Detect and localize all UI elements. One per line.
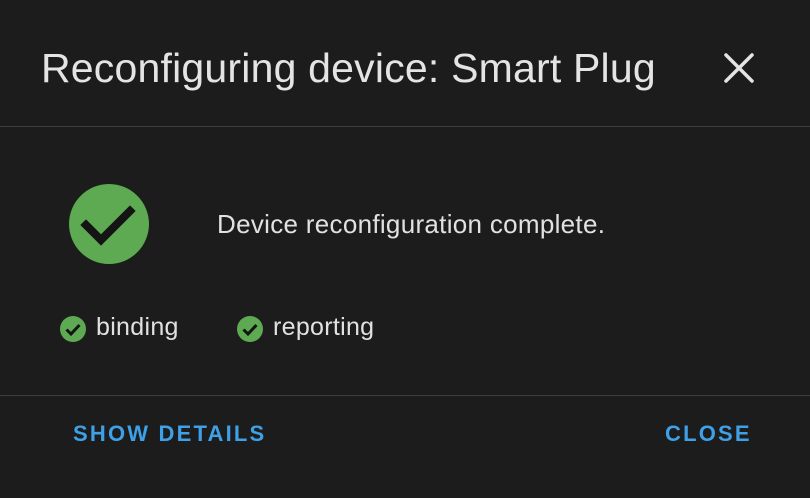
close-button[interactable]: CLOSE bbox=[665, 418, 752, 450]
dialog-header: Reconfiguring device: Smart Plug bbox=[0, 0, 810, 126]
show-details-button[interactable]: SHOW DETAILS bbox=[73, 418, 266, 450]
step-label: reporting bbox=[273, 313, 375, 341]
header-divider bbox=[0, 126, 810, 127]
close-icon[interactable] bbox=[718, 47, 760, 89]
reconfigure-dialog: Reconfiguring device: Smart Plug Device … bbox=[0, 0, 810, 498]
actions-divider bbox=[0, 395, 810, 396]
check-circle-icon bbox=[237, 316, 263, 342]
check-circle-icon bbox=[60, 316, 86, 342]
step-reporting: reporting bbox=[237, 311, 374, 343]
status-message: Device reconfiguration complete. bbox=[217, 209, 606, 239]
step-binding: binding bbox=[60, 311, 179, 343]
step-label: binding bbox=[96, 313, 179, 341]
dialog-title: Reconfiguring device: Smart Plug bbox=[41, 45, 656, 91]
check-circle-icon bbox=[69, 184, 149, 264]
